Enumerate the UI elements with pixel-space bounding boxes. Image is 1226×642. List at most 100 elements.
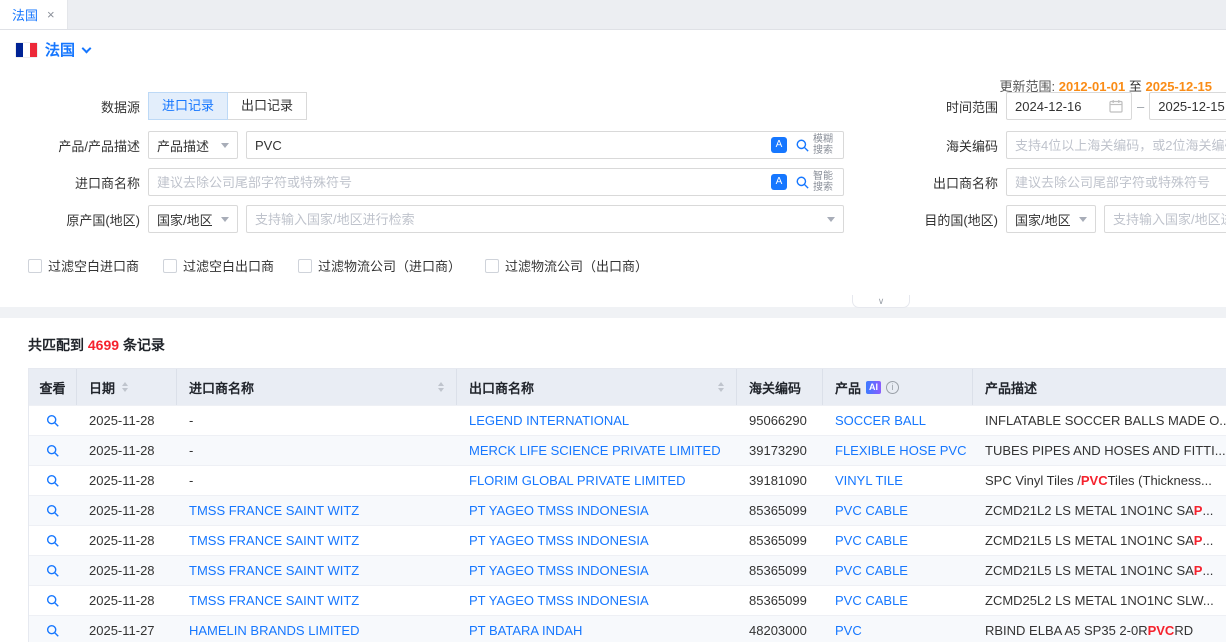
product-link[interactable]: VINYL TILE [835,473,903,488]
table-row: 2025-11-28 - FLORIM GLOBAL PRIVATE LIMIT… [29,465,1226,495]
country-selector[interactable]: 法国 [16,39,90,60]
exporter-input[interactable] [1015,175,1226,190]
view-button[interactable] [46,534,60,548]
view-button[interactable] [46,624,60,638]
sort-icon[interactable] [718,382,724,392]
checkbox-icon[interactable] [28,259,42,273]
exporter-link[interactable]: PT YAGEO TMSS INDONESIA [469,563,649,578]
magnifier-icon [46,504,60,518]
checkbox-icon[interactable] [298,259,312,273]
magnifier-icon [46,474,60,488]
importer-link[interactable]: TMSS FRANCE SAINT WITZ [189,533,359,548]
product-link[interactable]: PVC CABLE [835,563,908,578]
exporter-link[interactable]: PT YAGEO TMSS INDONESIA [469,533,649,548]
chevron-down-icon [221,217,229,222]
chevron-down-icon [221,143,229,148]
table-header: 查看 日期 进口商名称 出口商名称 海关编码 产品 AI i [29,369,1226,405]
destination-type-select[interactable]: 国家/地区 [1006,205,1096,233]
view-button[interactable] [46,564,60,578]
fuzzy-search-label: 模糊搜索 [813,134,835,156]
exporter-link[interactable]: LEGEND INTERNATIONAL [469,413,629,428]
date-cell: 2025-11-28 [77,586,177,615]
col-view: 查看 [29,369,77,405]
tab-bar: 法国 × [0,0,1226,30]
calendar-icon[interactable] [1109,99,1123,113]
table-row: 2025-11-28 - MERCK LIFE SCIENCE PRIVATE … [29,435,1226,465]
magnifier-icon [46,564,60,578]
product-link[interactable]: FLEXIBLE HOSE PVC [835,443,967,458]
product-link[interactable]: SOCCER BALL [835,413,926,428]
product-input[interactable] [255,138,763,153]
translate-icon[interactable]: A [771,137,787,153]
destination-input[interactable] [1113,212,1226,227]
sort-icon[interactable] [438,382,444,392]
filter-checkbox[interactable]: 过滤空白进口商 [28,256,139,275]
origin-input[interactable] [255,212,821,227]
import-records-tab[interactable]: 进口记录 [148,92,228,120]
info-icon[interactable]: i [886,381,899,394]
date-cell: 2025-11-28 [77,466,177,495]
date-cell: 2025-11-27 [77,616,177,642]
exporter-link[interactable]: PT BATARA INDAH [469,623,582,638]
view-button[interactable] [46,504,60,518]
table-row: 2025-11-28 TMSS FRANCE SAINT WITZ PT YAG… [29,585,1226,615]
page: 法国 × 法国 更新范围: 2012-01-01 至 2025-12-15 数据… [0,0,1226,642]
col-importer: 进口商名称 [177,369,457,405]
checkbox-icon[interactable] [163,259,177,273]
checkbox-icon[interactable] [485,259,499,273]
chevron-down-icon [82,43,92,53]
product-type-select[interactable]: 产品描述 [148,131,238,159]
fuzzy-search-button[interactable]: 模糊搜索 [795,134,835,156]
export-records-tab[interactable]: 出口记录 [228,92,307,120]
importer-link[interactable]: HAMELIN BRANDS LIMITED [189,623,359,638]
view-button[interactable] [46,474,60,488]
smart-search-label: 智能搜索 [813,171,835,193]
exporter-link[interactable]: PT YAGEO TMSS INDONESIA [469,593,649,608]
product-field: A 模糊搜索 [246,131,844,159]
collapse-handle[interactable]: ∨ [852,295,910,308]
hs-code-cell: 85365099 [737,586,823,615]
exporter-link[interactable]: FLORIM GLOBAL PRIVATE LIMITED [469,473,685,488]
product-label: 产品/产品描述 [28,136,140,155]
hs-code-cell: 85365099 [737,556,823,585]
sort-icon[interactable] [122,382,128,392]
importer-link: - [189,443,193,458]
time-range-label: 时间范围 [880,97,998,116]
view-button[interactable] [46,414,60,428]
product-link[interactable]: PVC [835,623,862,638]
product-link[interactable]: PVC CABLE [835,503,908,518]
product-link[interactable]: PVC CABLE [835,593,908,608]
exporter-link[interactable]: MERCK LIFE SCIENCE PRIVATE LIMITED [469,443,721,458]
tab-france[interactable]: 法国 × [0,0,68,29]
view-button[interactable] [46,594,60,608]
importer-link[interactable]: TMSS FRANCE SAINT WITZ [189,503,359,518]
close-icon[interactable]: × [47,8,55,21]
exporter-link[interactable]: PT YAGEO TMSS INDONESIA [469,503,649,518]
table-row: 2025-11-27 HAMELIN BRANDS LIMITED PT BAT… [29,615,1226,642]
product-desc-cell: RBIND ELBA A5 SP35 2-0R PVC RD [973,616,1226,642]
hs-code-input[interactable] [1015,138,1226,153]
hs-code-cell: 85365099 [737,496,823,525]
hs-code-label: 海关编码 [880,136,998,155]
date-to-input[interactable] [1158,99,1226,114]
importer-link[interactable]: TMSS FRANCE SAINT WITZ [189,563,359,578]
table-row: 2025-11-28 TMSS FRANCE SAINT WITZ PT YAG… [29,555,1226,585]
product-link[interactable]: PVC CABLE [835,533,908,548]
importer-link[interactable]: TMSS FRANCE SAINT WITZ [189,593,359,608]
country-name: 法国 [45,39,75,60]
exporter-label: 出口商名称 [880,173,998,192]
date-from-input[interactable] [1015,99,1109,114]
date-from-field [1006,92,1132,120]
hs-code-cell: 48203000 [737,616,823,642]
view-button[interactable] [46,444,60,458]
translate-icon[interactable]: A [771,174,787,190]
importer-input[interactable] [157,175,763,190]
table-row: 2025-11-28 TMSS FRANCE SAINT WITZ PT YAG… [29,525,1226,555]
smart-search-button[interactable]: 智能搜索 [795,171,835,193]
destination-field[interactable] [1104,205,1226,233]
filter-checkbox[interactable]: 过滤空白出口商 [163,256,274,275]
filter-checkbox[interactable]: 过滤物流公司（出口商） [485,256,648,275]
origin-field[interactable] [246,205,844,233]
filter-checkbox[interactable]: 过滤物流公司（进口商） [298,256,461,275]
origin-type-select[interactable]: 国家/地区 [148,205,238,233]
